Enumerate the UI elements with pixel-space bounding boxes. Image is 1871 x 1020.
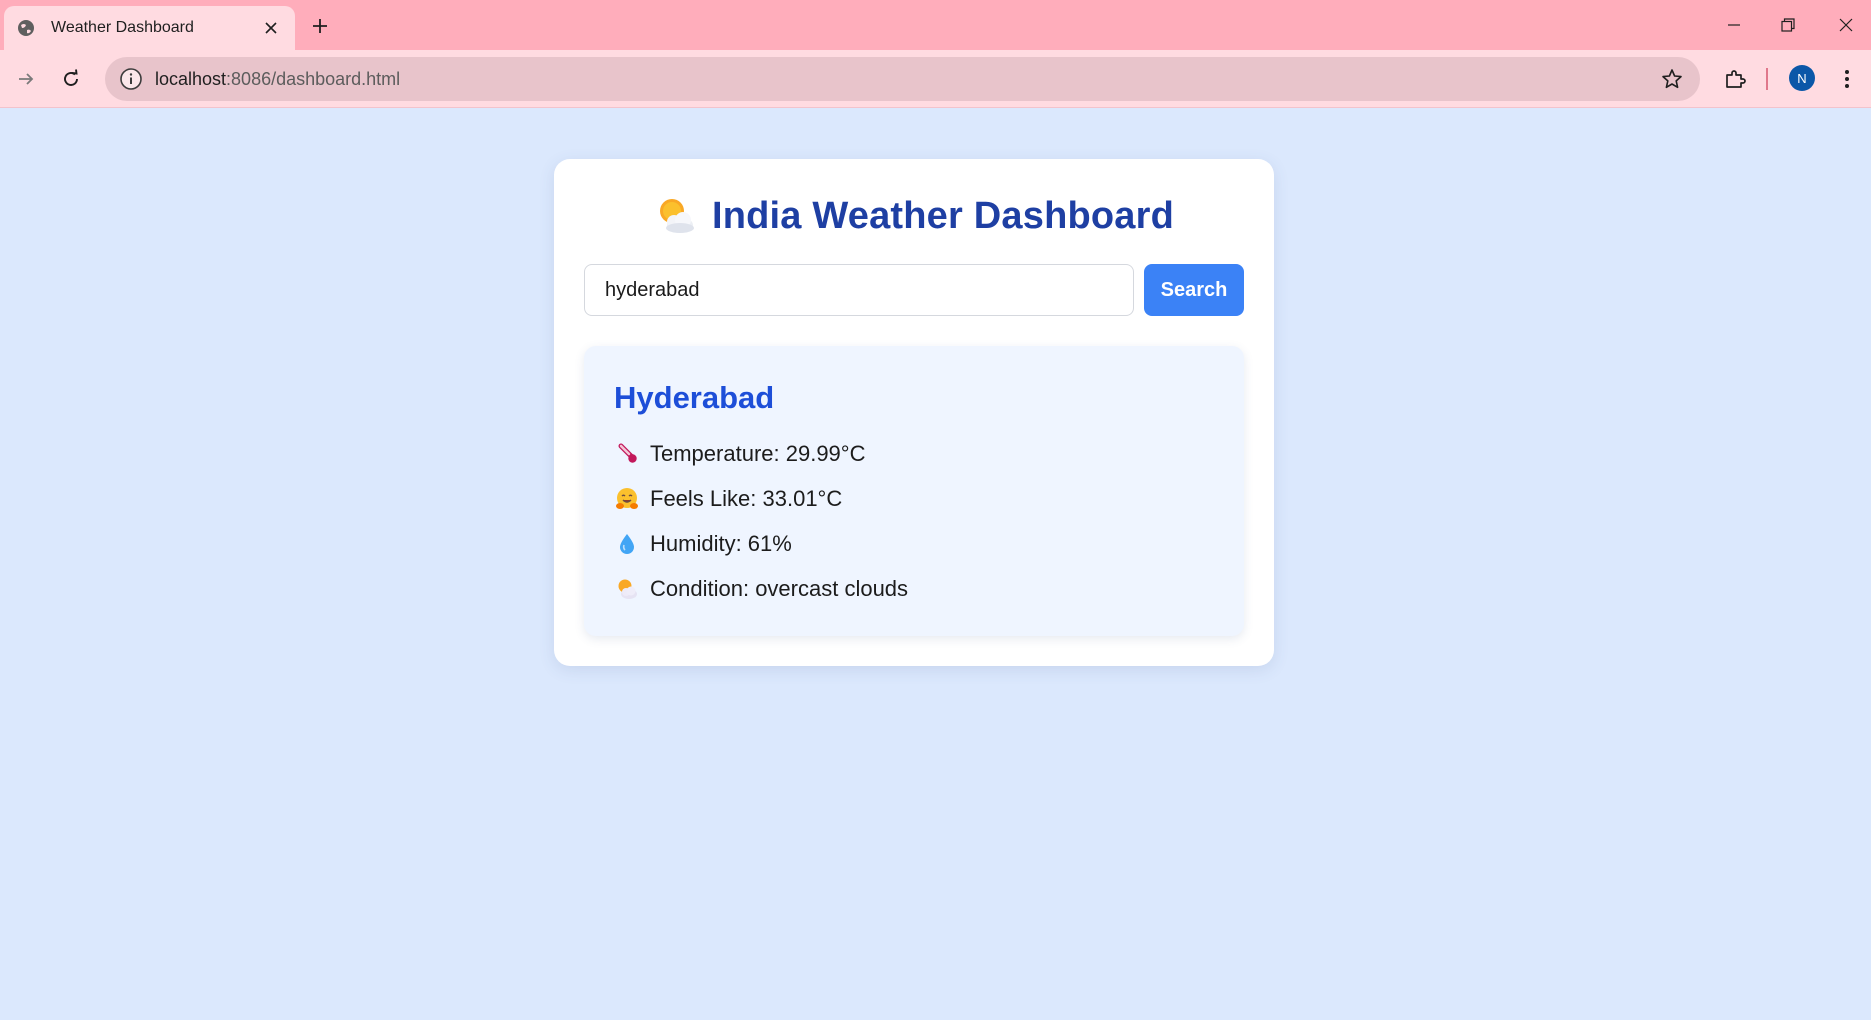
- humidity-value: 61%: [747, 531, 792, 556]
- tab-title: Weather Dashboard: [51, 19, 194, 36]
- bookmark-star-icon[interactable]: [1658, 65, 1686, 93]
- url-text: localhost:8086/dashboard.html: [155, 69, 400, 90]
- city-search-input[interactable]: [584, 264, 1134, 316]
- weather-result-panel: Hyderabad Temperature: 29.99°C Feels Lik…: [584, 346, 1244, 636]
- city-name: Hyderabad: [614, 380, 775, 415]
- search-button[interactable]: Search: [1144, 264, 1244, 316]
- temperature-row: Temperature: 29.99°C: [614, 438, 865, 470]
- dashboard-card: India Weather Dashboard Search Hyderabad…: [554, 159, 1274, 666]
- toolbar-divider: [1766, 68, 1768, 90]
- browser-tab[interactable]: Weather Dashboard: [4, 6, 295, 50]
- condition-value: overcast clouds: [755, 576, 909, 601]
- hugging-face-icon: [614, 486, 640, 512]
- reload-icon[interactable]: [53, 61, 89, 97]
- address-bar[interactable]: localhost:8086/dashboard.html: [105, 57, 1700, 101]
- sun-behind-cloud-icon: [614, 576, 640, 602]
- browser-tab-strip: Weather Dashboard: [0, 0, 1871, 50]
- condition-label: Condition:: [650, 576, 756, 601]
- globe-icon: [16, 18, 36, 38]
- close-window-icon[interactable]: [1826, 8, 1866, 42]
- new-tab-button[interactable]: [306, 12, 334, 40]
- close-tab-icon[interactable]: [259, 16, 283, 40]
- site-info-icon[interactable]: [109, 57, 153, 101]
- page-title: India Weather Dashboard: [711, 194, 1175, 237]
- humidity-label: Humidity:: [650, 531, 748, 556]
- temperature-value: 29.99°C: [785, 441, 866, 466]
- extensions-puzzle-icon[interactable]: [1717, 61, 1753, 97]
- droplet-icon: [614, 531, 640, 557]
- browser-toolbar: localhost:8086/dashboard.html N: [0, 50, 1871, 108]
- title-row: India Weather Dashboard: [554, 189, 1274, 243]
- profile-avatar[interactable]: N: [1789, 65, 1815, 91]
- url-host: localhost: [155, 68, 227, 89]
- more-menu-icon[interactable]: [1829, 61, 1865, 97]
- forward-arrow-icon[interactable]: [8, 61, 44, 97]
- temperature-label: Temperature:: [650, 441, 786, 466]
- minimize-icon[interactable]: [1714, 8, 1754, 42]
- thermometer-icon: [614, 441, 640, 467]
- feels-like-value: 33.01°C: [762, 486, 843, 511]
- humidity-row: Humidity: 61%: [614, 528, 792, 560]
- sun-behind-cloud-icon: [654, 194, 698, 238]
- condition-row: Condition: overcast clouds: [614, 573, 908, 605]
- restore-icon[interactable]: [1768, 8, 1808, 42]
- feels-like-label: Feels Like:: [650, 486, 763, 511]
- feels-like-row: Feels Like: 33.01°C: [614, 483, 842, 515]
- url-path: :8086/dashboard.html: [226, 68, 401, 89]
